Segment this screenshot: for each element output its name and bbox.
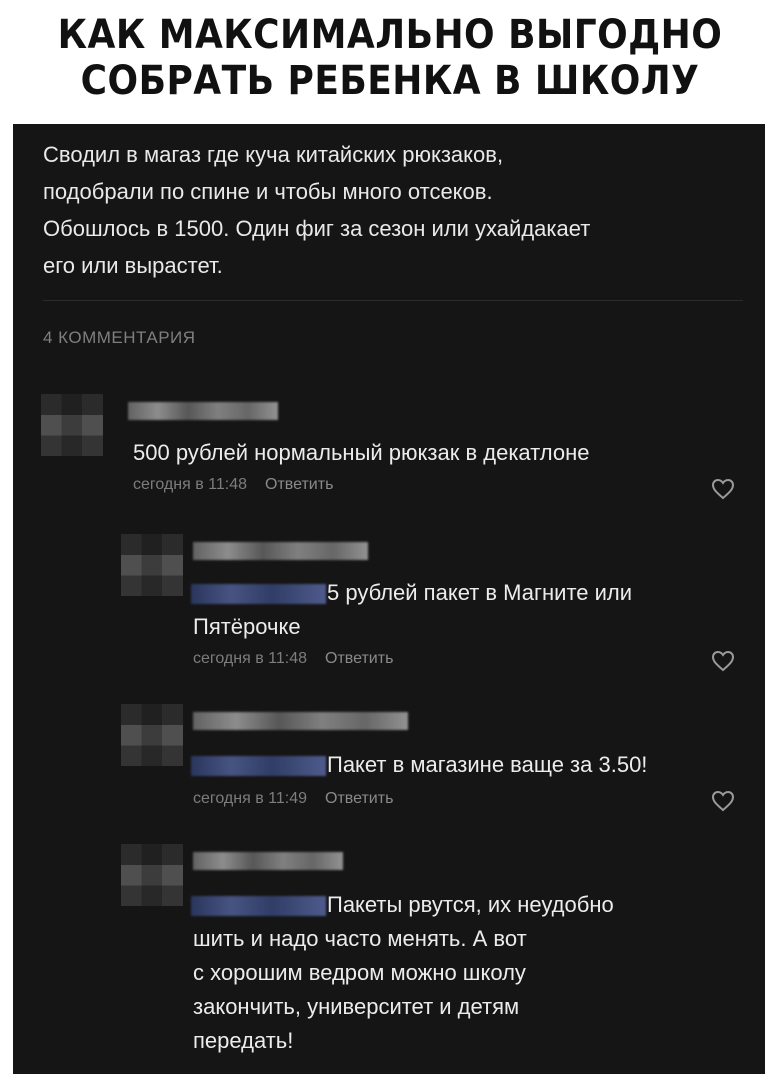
author-name-blurred[interactable]	[128, 402, 278, 420]
comment: 5 рублей пакет в Магните или Пятёрочке с…	[13, 524, 765, 694]
post-text-line: Сводил в магаз где куча китайских рюкзак…	[43, 142, 504, 167]
comment-time: сегодня в 11:48	[193, 650, 308, 667]
avatar[interactable]	[121, 534, 183, 596]
heart-icon[interactable]	[711, 790, 735, 812]
meme-title-line-2: СОБРАТЬ РЕБЕНКА В ШКОЛУ	[80, 58, 700, 104]
comment-meta: сегодня в 11:48 Ответить	[193, 650, 393, 668]
comment: Пакеты рвутся, их неудобно шить и надо ч…	[13, 834, 765, 1074]
comment-text: Пакет в магазине ваще за 3.50!	[193, 748, 647, 782]
post-screenshot: Сводил в магаз где куча китайских рюкзак…	[13, 124, 765, 1074]
comment-text-line: передать!	[193, 1028, 294, 1053]
comment-text-line: Пакет в магазине ваще за 3.50!	[327, 752, 648, 777]
reply-button[interactable]: Ответить	[265, 476, 333, 493]
comment: Пакет в магазине ваще за 3.50! сегодня в…	[13, 694, 765, 834]
reply-button[interactable]: Ответить	[325, 790, 393, 807]
meme-title-line-1: КАК МАКСИМАЛЬНО ВЫГОДНО	[57, 12, 723, 58]
post-text-line: Обошлось в 1500. Один фиг за сезон или у…	[43, 216, 591, 241]
comment-text-line: 500 рублей нормальный рюкзак в декатлоне	[133, 440, 590, 465]
comment-text-line: с хорошим ведром можно школу	[193, 960, 526, 985]
avatar[interactable]	[121, 704, 183, 766]
comment-time: сегодня в 11:48	[133, 476, 248, 493]
comment-text: 500 рублей нормальный рюкзак в декатлоне	[133, 436, 589, 470]
avatar[interactable]	[121, 844, 183, 906]
comment-text: Пакеты рвутся, их неудобно шить и надо ч…	[193, 888, 614, 1058]
comment: 500 рублей нормальный рюкзак в декатлоне…	[13, 384, 765, 524]
post-body: Сводил в магаз где куча китайских рюкзак…	[43, 136, 743, 284]
heart-icon[interactable]	[711, 650, 735, 672]
author-name-blurred[interactable]	[193, 542, 368, 560]
meme-title: КАК МАКСИМАЛЬНО ВЫГОДНО СОБРАТЬ РЕБЕНКА …	[0, 0, 780, 120]
comment-meta: сегодня в 11:48 Ответить	[133, 476, 333, 494]
divider	[43, 300, 743, 301]
comment-meta: сегодня в 11:49 Ответить	[193, 790, 393, 808]
comment-text-line: Пакеты рвутся, их неудобно	[327, 892, 614, 917]
avatar[interactable]	[41, 394, 103, 456]
comment-text: 5 рублей пакет в Магните или Пятёрочке	[193, 576, 632, 644]
comment-text-line: шить и надо часто менять. А вот	[193, 926, 527, 951]
author-name-blurred[interactable]	[193, 852, 343, 870]
post-text-line: подобрали по спине и чтобы много отсеков…	[43, 179, 493, 204]
reply-button[interactable]: Ответить	[325, 650, 393, 667]
author-name-blurred[interactable]	[193, 712, 408, 730]
comments-count: 4 КОММЕНТАРИЯ	[43, 328, 196, 347]
comment-text-line: Пятёрочке	[193, 614, 301, 639]
comment-text-line: 5 рублей пакет в Магните или	[327, 580, 633, 605]
comment-text-line: закончить, университет и детям	[193, 994, 520, 1019]
post-text-line: его или вырастет.	[43, 253, 223, 278]
heart-icon[interactable]	[711, 478, 735, 500]
comment-time: сегодня в 11:49	[193, 790, 308, 807]
